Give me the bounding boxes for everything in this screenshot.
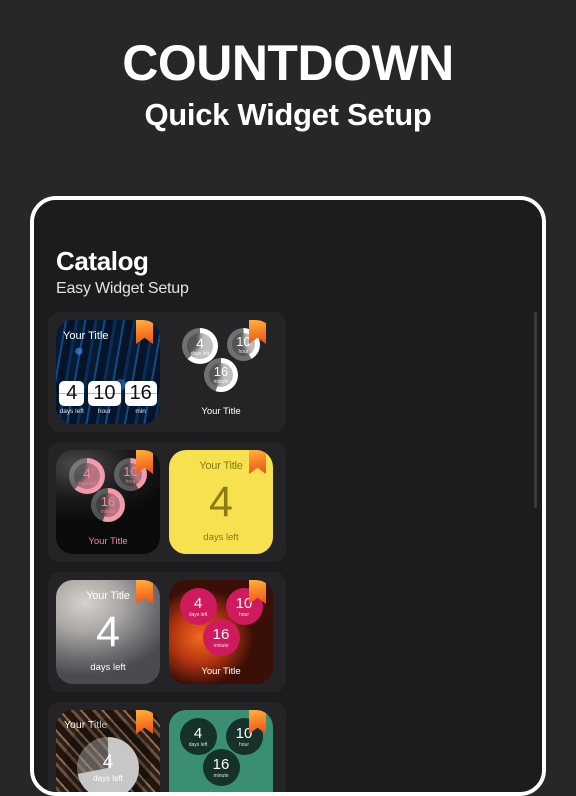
ring-label: hour [238, 348, 249, 355]
circle-label: minute [213, 642, 229, 649]
countdown-ring: 4 days left [182, 328, 218, 364]
countdown-ring: 4 days left [65, 719, 151, 792]
ring-label: hour [125, 478, 136, 485]
countdown-ring: 16 minute [204, 358, 238, 392]
ring-value: 4 [102, 752, 114, 773]
countdown-circle: 16 minute [202, 619, 240, 656]
device-frame: Catalog Easy Widget Setup Your Title 4 d… [30, 196, 546, 796]
headline: COUNTDOWN Quick Widget Setup [0, 0, 576, 133]
ring-value: 16 [213, 364, 229, 379]
widget-grid: Your Title 4 days left 10 hour 16 min 4 … [34, 312, 542, 792]
countdown-ring: 16 minute [91, 488, 125, 522]
flip-cell: 10 hour [88, 380, 121, 415]
ring-label: days left [93, 774, 123, 783]
ring-value: 10 [236, 333, 251, 349]
countdown-circle: 4 days left [179, 588, 217, 625]
widget-tile-w3[interactable]: 4 days left 10 hour 16 minute Your Title [56, 450, 160, 554]
widget-days-value: 4 [96, 607, 120, 656]
ring-value: 16 [100, 494, 116, 509]
flip-label: min [135, 408, 146, 415]
vertical-scrollbar[interactable] [534, 312, 537, 508]
widget-days-label: days left [203, 532, 239, 543]
rings-bottom-row: 16 minute [63, 488, 153, 522]
widget-tile-w2[interactable]: 4 days left 10 hour 16 minute Your Title [169, 320, 273, 424]
widget-title: Your Title [201, 406, 241, 417]
one-ring-wrap: 4 days left [64, 719, 152, 792]
flip-label: days left [59, 408, 84, 415]
circle-value: 4 [193, 724, 203, 742]
ring-value: 4 [196, 334, 204, 351]
widget-days-label: days left [90, 662, 126, 673]
app-screen: Catalog Easy Widget Setup Your Title 4 d… [34, 200, 542, 792]
circle-label: days left [188, 741, 208, 748]
widget-tile-w5[interactable]: Your Title 4 days left [56, 580, 160, 684]
ring-label: minute [100, 509, 116, 515]
flip-label: hour [97, 408, 111, 415]
ring-value: 4 [83, 464, 91, 481]
widget-panel: 4 days left 10 hour 16 minute Your Title [48, 442, 286, 562]
circle-value: 16 [212, 625, 230, 643]
circle-label: hour [238, 611, 249, 618]
ring-label: days left [190, 350, 210, 357]
countdown-ring: 4 days left [69, 458, 105, 494]
ring-value: 10 [123, 463, 138, 479]
rings-bottom-row: 16 minute [176, 358, 266, 392]
widget-title: Your Title [86, 590, 130, 602]
ring-label: days left [77, 480, 97, 487]
circle-label: minute [213, 772, 229, 779]
flip-cell: 16 min [124, 380, 158, 415]
widget-title: Your Title [88, 536, 128, 547]
flip-value: 10 [88, 380, 121, 406]
widget-panel: Your Title 4 days left 4 days left 10 ho… [48, 572, 286, 692]
widget-tile-w7[interactable]: Your Title 4 days left [56, 710, 160, 792]
widget-tile-w8[interactable]: 4 days left 10 hour 16 minute Your Title [169, 710, 273, 792]
widget-tile-w4[interactable]: Your Title 4 days left [169, 450, 273, 554]
catalog-title: Catalog [56, 246, 149, 276]
widget-days-value: 4 [209, 477, 233, 526]
circle-value: 4 [193, 594, 203, 612]
circle-label: days left [188, 611, 208, 618]
page-title: COUNTDOWN [122, 35, 454, 91]
catalog-header: Catalog Easy Widget Setup [34, 246, 542, 298]
widget-tile-w1[interactable]: Your Title 4 days left 10 hour 16 min [56, 320, 160, 424]
widget-panel: Your Title 4 days left 4 days left 10 ho… [48, 702, 286, 792]
circle-label: hour [238, 741, 249, 748]
countdown-circle: 4 days left [179, 718, 217, 755]
circles-bottom-row: 16 minute [176, 619, 266, 656]
flip-row: 4 days left 10 hour 16 min [59, 380, 158, 415]
widget-panel: Your Title 4 days left 10 hour 16 min 4 … [48, 312, 286, 432]
flip-cell: 4 days left [59, 380, 85, 415]
page-subtitle: Quick Widget Setup [144, 97, 432, 132]
circle-value: 16 [212, 755, 230, 773]
flip-value: 16 [124, 380, 158, 406]
widget-title: Your Title [199, 460, 243, 472]
widget-title: Your Title [201, 666, 241, 677]
flip-value: 4 [59, 380, 85, 406]
ring-label: minute [213, 379, 229, 385]
catalog-subtitle: Easy Widget Setup [56, 280, 189, 297]
widget-tile-w6[interactable]: 4 days left 10 hour 16 minute Your Title [169, 580, 273, 684]
